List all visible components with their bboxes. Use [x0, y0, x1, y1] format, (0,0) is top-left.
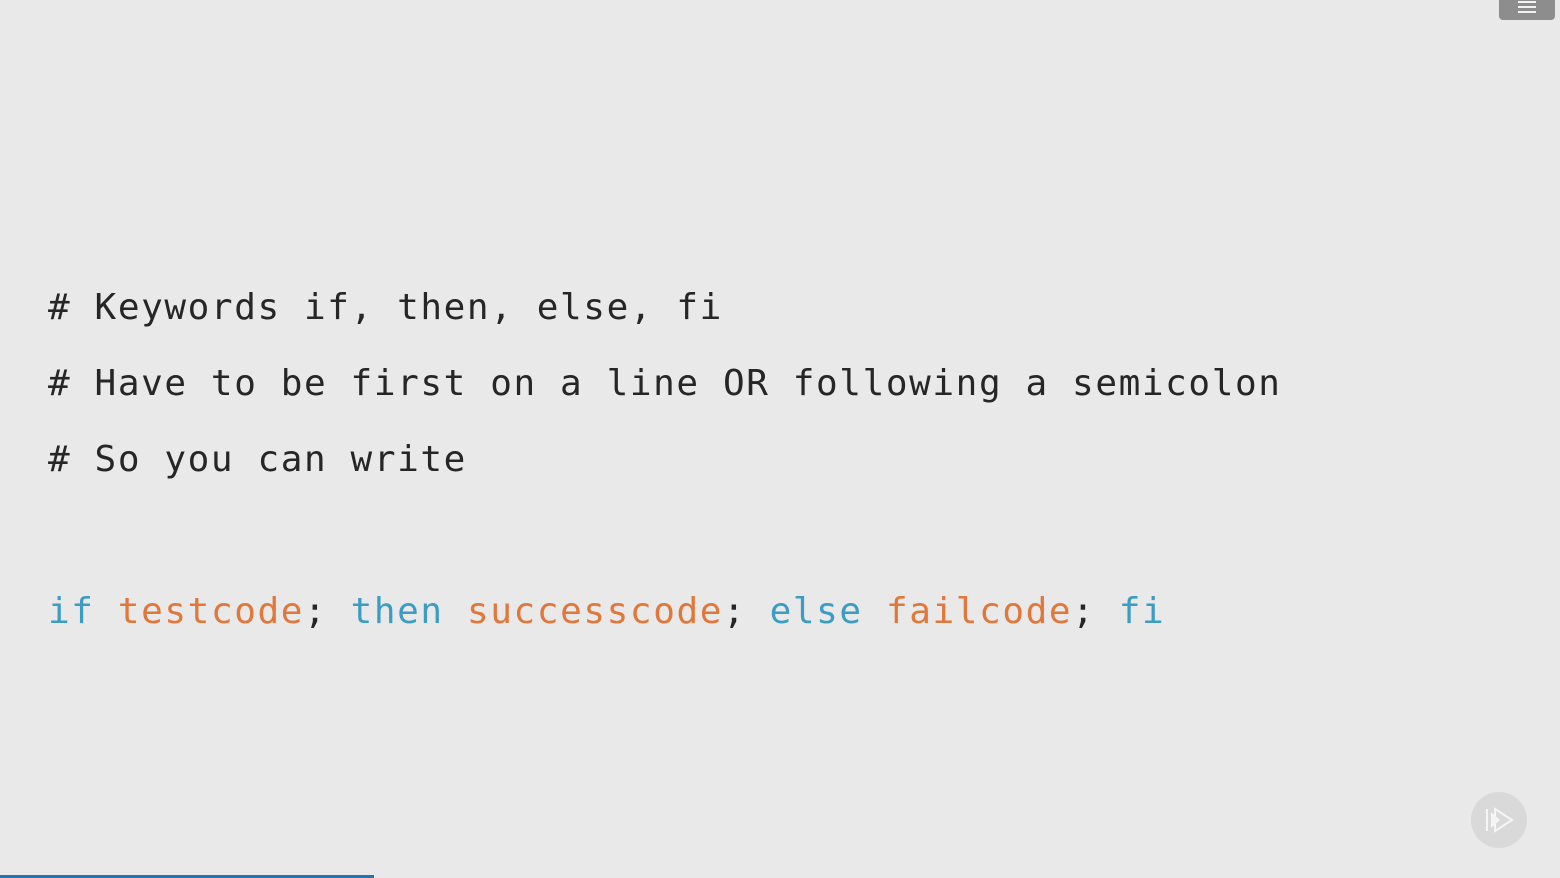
keyword-else: else — [769, 591, 863, 632]
semicolon: ; — [304, 591, 328, 632]
hamburger-menu-icon — [1518, 1, 1536, 13]
keyword-then: then — [350, 591, 444, 632]
comment-line-keywords: # Keywords if, then, else, fi — [48, 287, 723, 328]
comment-line-write: # So you can write — [48, 439, 467, 480]
comment-line-placement: # Have to be first on a line OR followin… — [48, 363, 1282, 404]
keyword-if: if — [48, 591, 95, 632]
menu-button[interactable] — [1499, 0, 1555, 20]
semicolon: ; — [723, 591, 747, 632]
code-line-if-statement: if testcode; then successcode; else fail… — [48, 594, 1165, 630]
pluralsight-play-icon[interactable] — [1471, 792, 1527, 848]
semicolon: ; — [1072, 591, 1096, 632]
command-failcode: failcode — [885, 591, 1073, 632]
keyword-fi: fi — [1118, 591, 1166, 632]
command-successcode: successcode — [467, 591, 724, 632]
slide: # Keywords if, then, else, fi # Have to … — [0, 0, 1560, 878]
command-testcode: testcode — [117, 591, 305, 632]
play-logo-icon — [1486, 807, 1514, 833]
